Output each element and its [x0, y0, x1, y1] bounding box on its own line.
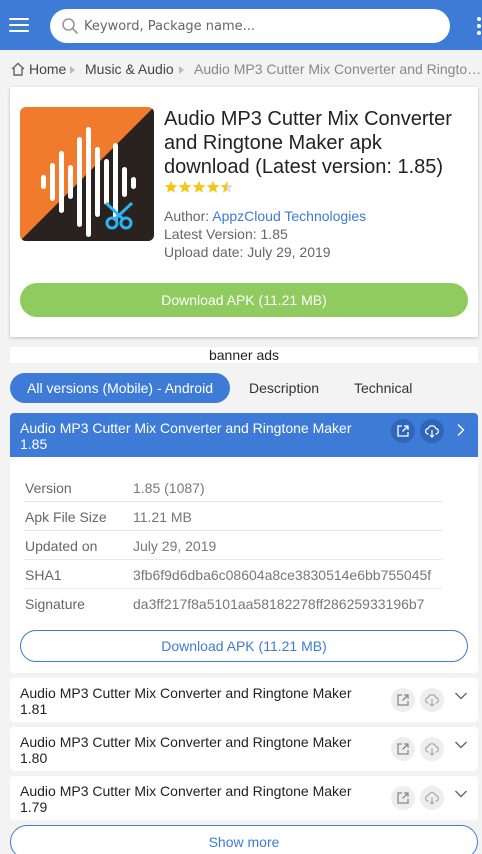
version-title: Audio MP3 Cutter Mix Converter and Ringt… — [20, 734, 352, 766]
cloud-download-icon — [425, 425, 439, 438]
app-info-card: Audio MP3 Cutter Mix Converter and Ringt… — [10, 87, 478, 337]
latest-version-line: Latest Version: 1.85 — [164, 226, 464, 242]
spec-row-updated-on: Updated on July 29, 2019 — [24, 531, 442, 560]
open-link-button[interactable] — [391, 737, 415, 761]
open-link-button[interactable] — [391, 786, 415, 810]
external-link-icon — [397, 694, 409, 706]
spec-value: 11.21 MB — [133, 509, 192, 525]
tab-bar: All versions (Mobile) - Android Descript… — [10, 373, 482, 403]
version-title: Audio MP3 Cutter Mix Converter and Ringt… — [20, 420, 352, 452]
more-options-icon[interactable] — [475, 15, 482, 37]
cloud-download-button[interactable] — [420, 737, 444, 761]
app-icon — [20, 107, 154, 241]
open-link-button[interactable] — [391, 688, 415, 712]
app-title: Audio MP3 Cutter Mix Converter and Ringt… — [164, 108, 452, 178]
tab-description[interactable]: Description — [249, 373, 319, 403]
top-app-bar — [0, 0, 482, 50]
author-line: Author: AppzCloud Technologies — [164, 208, 464, 224]
breadcrumb-category[interactable]: Music & Audio — [85, 61, 174, 77]
cloud-download-button[interactable] — [420, 786, 444, 810]
search-icon — [62, 18, 78, 34]
spec-row-sha1: SHA1 3fb6f9d6dba6c08604a8ce3830514e6bb75… — [24, 560, 442, 589]
version-title: Audio MP3 Cutter Mix Converter and Ringt… — [20, 783, 352, 815]
spec-row-file-size: Apk File Size 11.21 MB — [24, 502, 442, 531]
download-apk-button[interactable]: Download APK (11.21 MB) — [20, 283, 468, 317]
cloud-download-icon — [425, 743, 439, 756]
home-icon — [11, 62, 25, 76]
breadcrumb-current: Audio MP3 Cutter Mix Converter and Ringt… — [194, 61, 482, 77]
spec-row-signature: Signature da3ff217f8a5101aa58182278ff286… — [24, 589, 442, 618]
external-link-icon — [397, 425, 409, 437]
chevron-right-icon[interactable] — [454, 423, 468, 437]
tab-all-versions[interactable]: All versions (Mobile) - Android — [10, 373, 230, 403]
spec-label: SHA1 — [25, 567, 62, 583]
spec-value: 1.85 (1087) — [133, 480, 205, 496]
author-link[interactable]: AppzCloud Technologies — [212, 208, 366, 224]
spec-label: Version — [25, 480, 72, 496]
version-title: Audio MP3 Cutter Mix Converter and Ringt… — [20, 685, 352, 717]
cloud-download-icon — [425, 792, 439, 805]
open-link-button[interactable] — [391, 419, 415, 443]
cloud-download-button[interactable] — [420, 688, 444, 712]
spec-value: 3fb6f9d6dba6c08604a8ce3830514e6bb755045f — [133, 567, 432, 583]
latest-version-label: Latest Version: — [164, 226, 257, 242]
spec-label: Signature — [25, 596, 85, 612]
upload-date-line: Upload date: July 29, 2019 — [164, 244, 464, 260]
spec-row-version: Version 1.85 (1087) — [24, 473, 442, 502]
author-label: Author: — [164, 208, 210, 224]
download-version-button[interactable]: Download APK (11.21 MB) — [20, 630, 468, 662]
spec-label: Updated on — [25, 538, 98, 554]
cloud-download-icon — [425, 694, 439, 707]
version-card-expanded: Audio MP3 Cutter Mix Converter and Ringt… — [10, 413, 478, 673]
upload-date-label: Upload date: — [164, 244, 244, 260]
spec-value: da3ff217f8a5101aa58182278ff28625933196b7 — [133, 596, 425, 612]
tab-technical[interactable]: Technical — [354, 373, 412, 403]
spec-label: Apk File Size — [25, 509, 107, 525]
spec-value: July 29, 2019 — [133, 538, 217, 554]
breadcrumb: Home Music & Audio Audio MP3 Cutter Mix … — [10, 60, 482, 80]
upload-date-value: July 29, 2019 — [247, 244, 331, 260]
external-link-icon — [397, 792, 409, 804]
version-card-header[interactable]: Audio MP3 Cutter Mix Converter and Ringt… — [10, 413, 478, 457]
chevron-down-icon[interactable] — [454, 689, 468, 703]
cloud-download-button[interactable] — [420, 419, 444, 443]
rating-stars — [164, 180, 234, 193]
version-card-collapsed[interactable]: Audio MP3 Cutter Mix Converter and Ringt… — [10, 727, 478, 771]
latest-version-value: 1.85 — [260, 226, 288, 242]
search-input[interactable] — [84, 9, 444, 43]
search-box[interactable] — [50, 9, 450, 43]
version-card-collapsed[interactable]: Audio MP3 Cutter Mix Converter and Ringt… — [10, 678, 478, 722]
hamburger-menu-icon[interactable] — [8, 14, 30, 36]
chevron-down-icon[interactable] — [454, 738, 468, 752]
external-link-icon — [397, 743, 409, 755]
breadcrumb-separator — [70, 66, 75, 74]
chevron-down-icon[interactable] — [454, 787, 468, 801]
version-card-collapsed[interactable]: Audio MP3 Cutter Mix Converter and Ringt… — [10, 776, 478, 820]
banner-ads: banner ads — [10, 347, 478, 363]
show-more-button[interactable]: Show more — [10, 825, 478, 854]
breadcrumb-home[interactable]: Home — [29, 61, 66, 77]
breadcrumb-separator — [179, 66, 184, 74]
